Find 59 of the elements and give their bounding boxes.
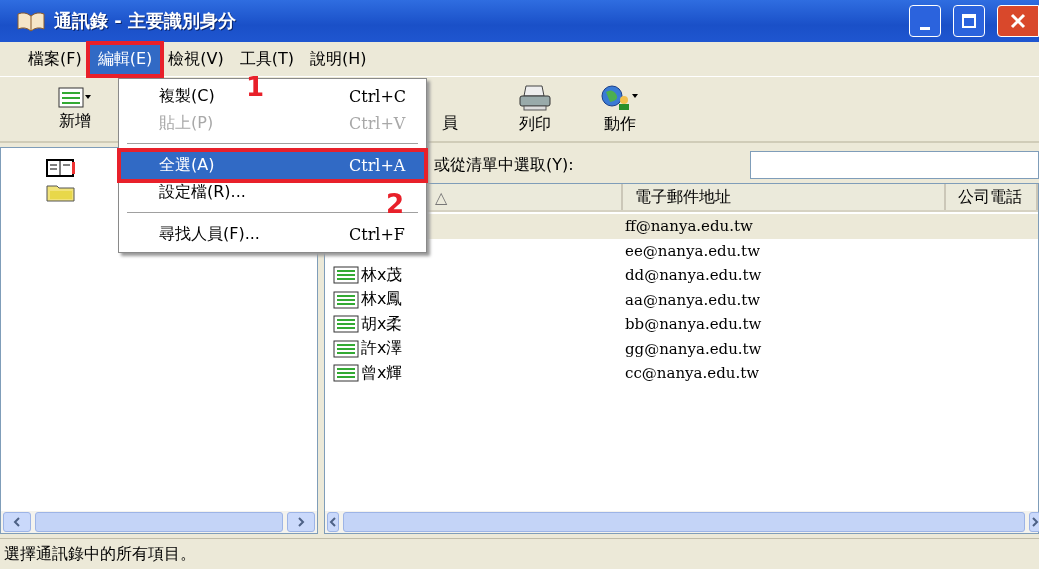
email-address: dd@nanya.edu.tw [624, 266, 763, 285]
minimize-button[interactable] [909, 5, 941, 37]
menu-item[interactable]: 尋找人員(F)... [159, 224, 260, 245]
search-field[interactable] [750, 151, 1039, 179]
card-icon [58, 86, 92, 109]
scrollbar-thumb[interactable] [343, 512, 1025, 532]
scroll-left-button[interactable] [3, 512, 31, 532]
toolbar-button[interactable]: 新增 [45, 86, 105, 132]
contact-name: 許x澤 [361, 338, 403, 360]
contact-card-icon [333, 266, 359, 285]
column-header[interactable]: 電子郵件地址 [623, 184, 946, 210]
contact-row[interactable]: 曾x輝 cc@nanya.edu.tw [325, 361, 1038, 386]
contact-card-icon [333, 290, 359, 309]
menu-item[interactable]: 複製(C) [159, 86, 215, 107]
maximize-button[interactable] [953, 5, 985, 37]
column-header[interactable]: 公司電話 [946, 184, 1038, 210]
contact-card-icon [333, 339, 359, 358]
contact-card-icon [333, 315, 359, 334]
contact-name: 胡x柔 [361, 313, 403, 335]
menu-item[interactable]: 檔案(F) [20, 44, 90, 74]
menu-item[interactable]: 檢視(V) [160, 44, 232, 74]
close-button[interactable] [997, 5, 1039, 37]
globe-people-icon [600, 83, 640, 112]
menu-item[interactable]: 工具(T) [231, 44, 302, 74]
menu-item[interactable]: 設定檔(R)... [159, 182, 246, 203]
toolbar-button[interactable]: 動作 [590, 83, 650, 135]
address-book-icon [46, 158, 76, 178]
step-number: 1 [246, 72, 265, 102]
email-address: cc@nanya.edu.tw [624, 364, 761, 383]
shortcut-text: Ctrl+V [349, 114, 406, 133]
close-icon [1010, 13, 1026, 29]
printer-icon [518, 83, 552, 112]
contact-row[interactable]: 林x茂 dd@nanya.edu.tw [325, 263, 1038, 288]
minimize-icon [920, 26, 930, 30]
menu-item[interactable]: 說明(H) [302, 44, 375, 74]
contact-name: 曾x輝 [361, 362, 403, 384]
scroll-right-button[interactable] [1029, 512, 1039, 532]
status-text: 選擇通訊錄中的所有項目。 [4, 543, 196, 565]
folder-icon [46, 182, 76, 202]
contact-row[interactable]: 胡x柔 bb@nanya.edu.tw [325, 312, 1038, 337]
toolbar-button[interactable]: 列印 [505, 83, 565, 135]
contact-row[interactable]: 林x鳳 aa@nanya.edu.tw [325, 287, 1038, 312]
email-address: ee@nanya.edu.tw [624, 241, 761, 260]
shortcut-text: Ctrl+C [349, 87, 407, 106]
scroll-right-button[interactable] [287, 512, 315, 532]
email-address: bb@nanya.edu.tw [624, 315, 763, 334]
contact-name: 林x茂 [361, 264, 403, 286]
book-icon [16, 10, 46, 32]
scroll-left-button[interactable] [327, 512, 339, 532]
window-title: 通訊錄 - 主要識別身分 [54, 9, 237, 33]
contact-row[interactable]: 許x澤 gg@nanya.edu.tw [325, 336, 1038, 361]
email-address: gg@nanya.edu.tw [624, 339, 763, 358]
search-label: 或從清單中選取(Y): [434, 154, 575, 176]
maximize-icon [961, 13, 977, 29]
contact-name: 林x鳳 [361, 289, 403, 311]
email-address: aa@nanya.edu.tw [624, 290, 762, 309]
scrollbar-thumb[interactable] [35, 512, 283, 532]
contact-card-icon [333, 364, 359, 383]
email-address: ff@nanya.edu.tw [624, 217, 754, 236]
